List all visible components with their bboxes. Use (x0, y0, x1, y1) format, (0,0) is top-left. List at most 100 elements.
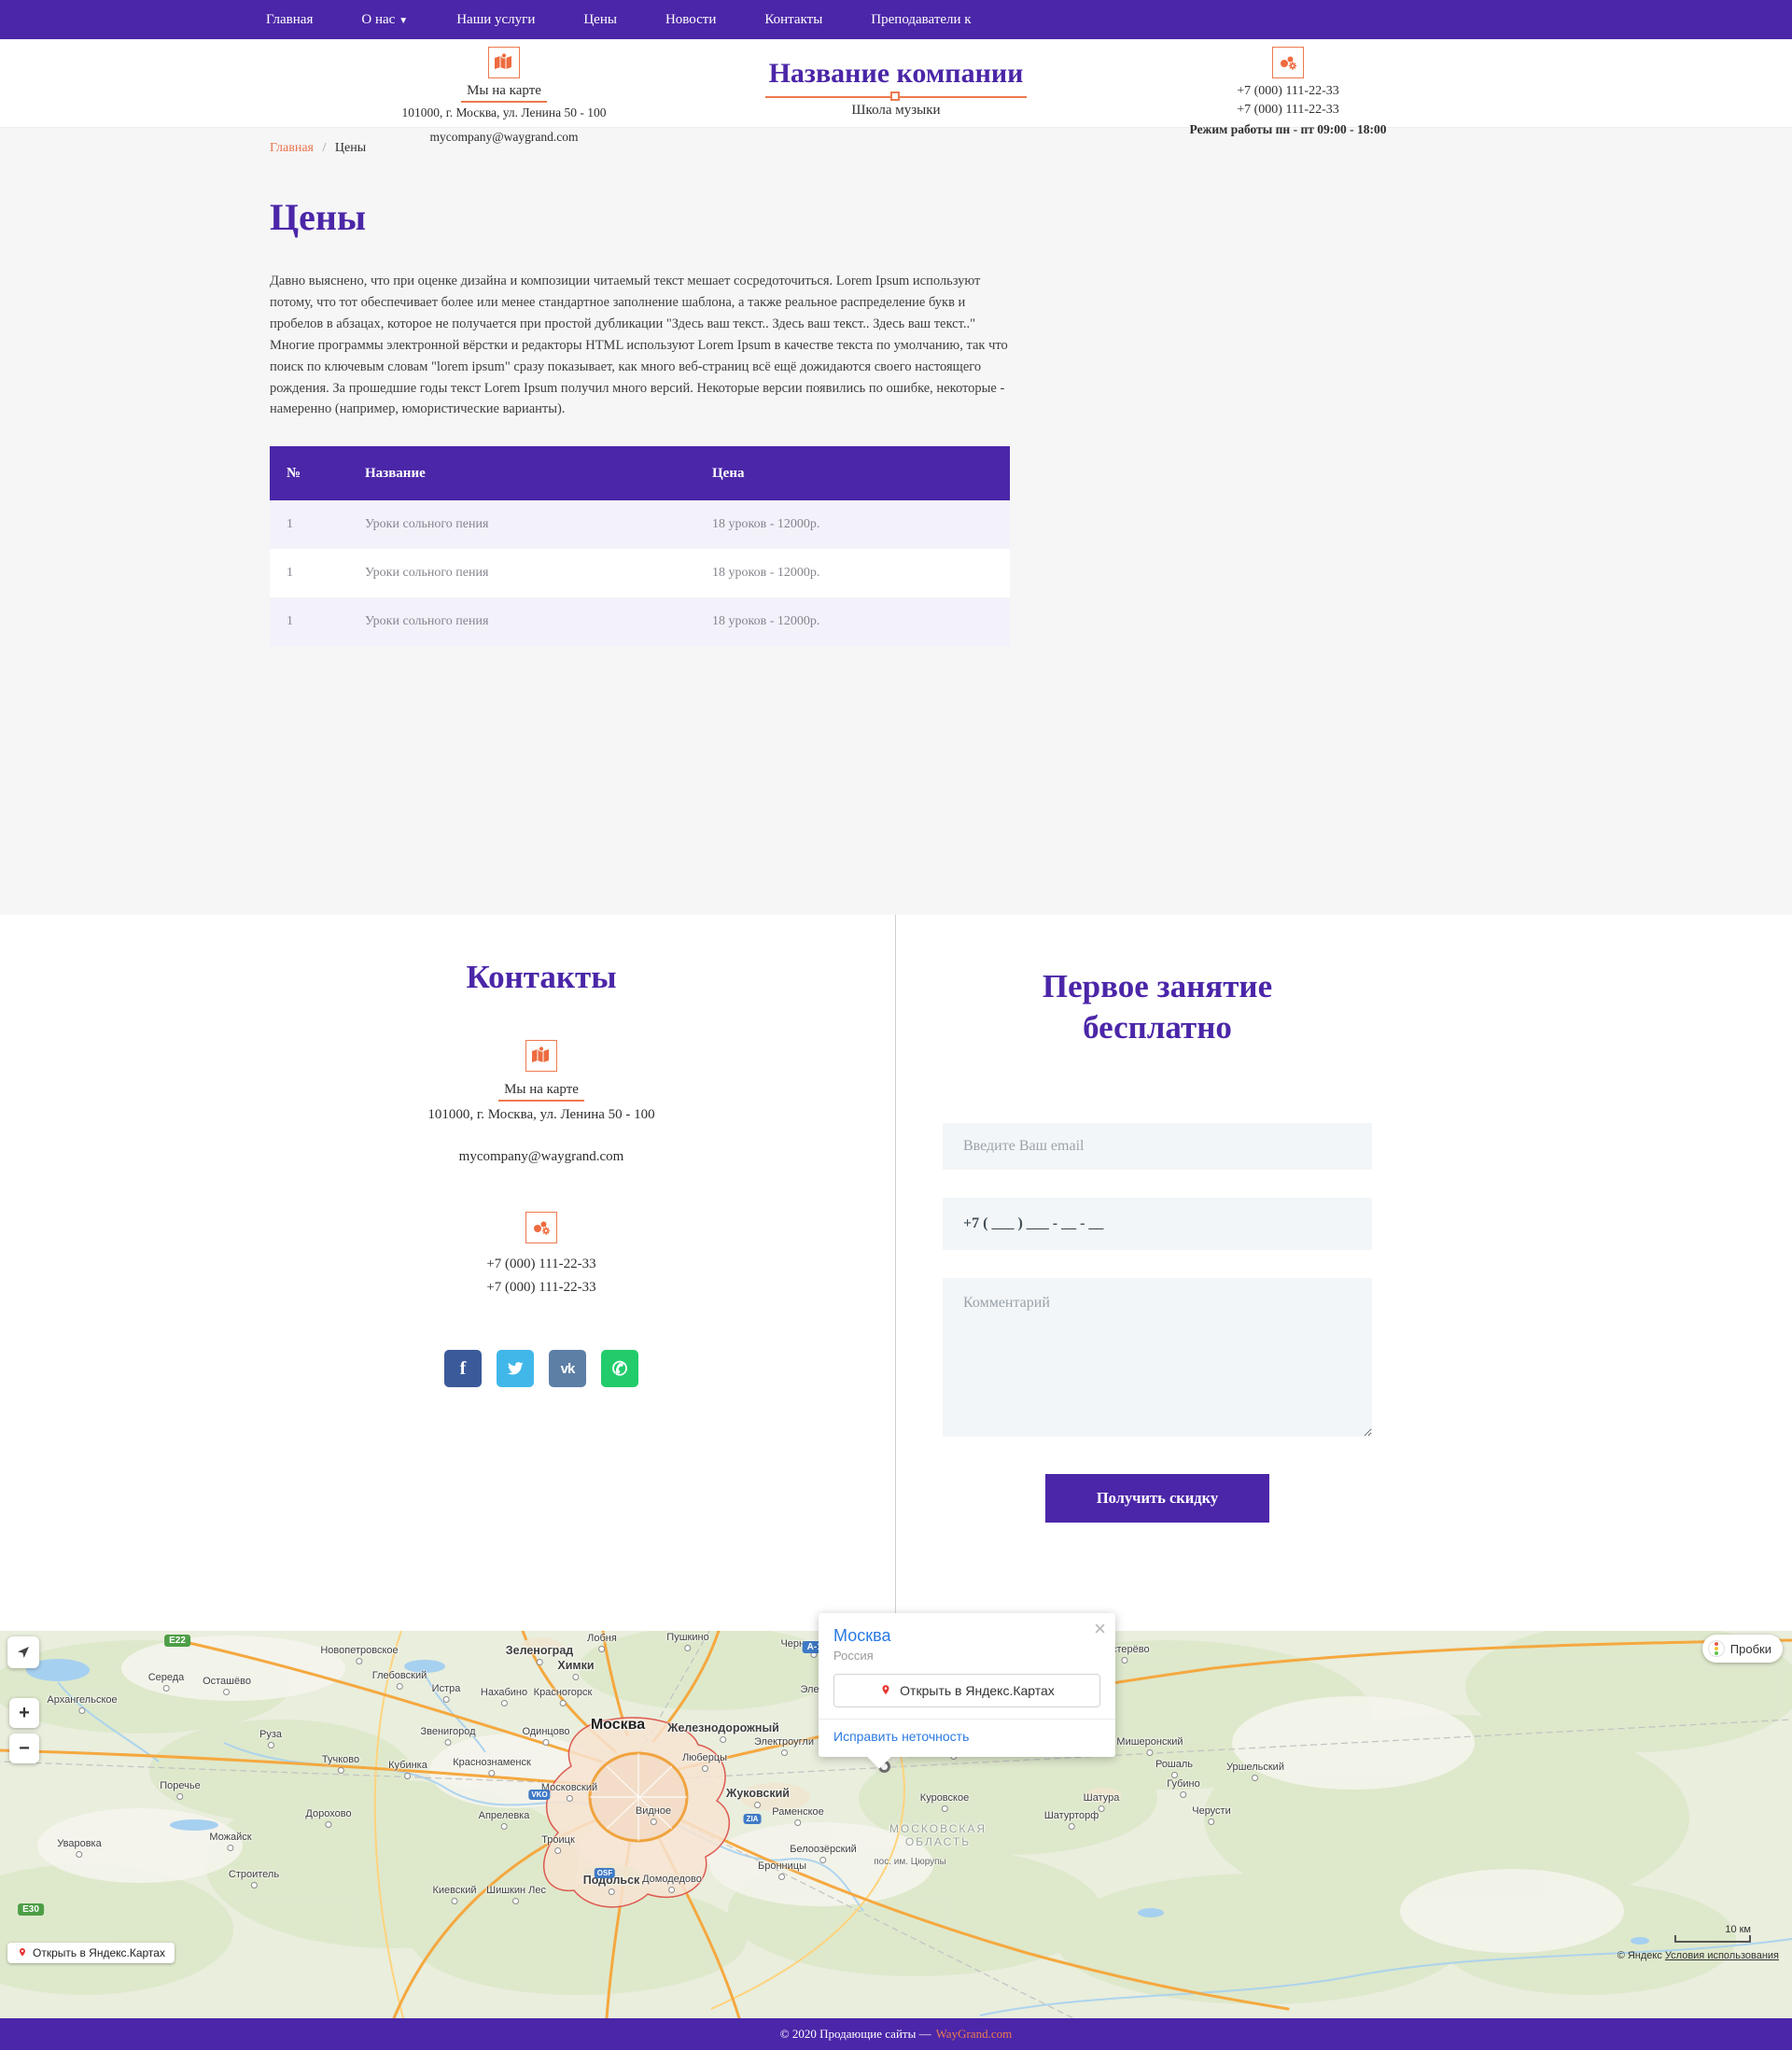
map-scale: 10 км (1674, 1924, 1751, 1943)
logo-divider (765, 96, 1027, 98)
col-number: № (270, 446, 365, 500)
cell-price: 18 уроков - 12000р. (712, 549, 1010, 597)
cell-price: 18 уроков - 12000р. (712, 597, 1010, 646)
map-label: Домодедово (642, 1874, 702, 1893)
map-label: Осташёво (203, 1676, 251, 1695)
contacts-column: Контакты Мы на карте 101000, г. Москва, … (0, 915, 896, 1631)
map-label: Электроугли (754, 1736, 814, 1756)
map-label: Уршельский (1226, 1762, 1284, 1781)
cell-number: 1 (270, 597, 365, 646)
nav-item-prices[interactable]: Цены (583, 12, 617, 28)
nav-item-contacts[interactable]: Контакты (764, 12, 822, 28)
map-label: Дорохово (305, 1808, 351, 1828)
map-label: Люберцы (682, 1752, 727, 1772)
map-label: Бронницы (758, 1860, 806, 1880)
traffic-toggle[interactable]: Пробки (1702, 1635, 1783, 1663)
zoom-in-button[interactable]: + (9, 1698, 39, 1728)
geolocation-button[interactable] (7, 1636, 39, 1668)
facebook-icon[interactable]: f (444, 1350, 482, 1387)
top-nav: Главная О нас▼ Наши услуги Цены Новости … (0, 0, 1792, 39)
road-shield: VKO (528, 1790, 550, 1800)
intro-paragraph: Давно выяснено, что при оценке дизайна и… (270, 271, 1009, 420)
header-email: mycompany@waygrand.com (308, 130, 700, 145)
twitter-icon[interactable] (497, 1350, 534, 1387)
price-table: № Название Цена 1 Уроки сольного пения 1… (270, 446, 1010, 646)
main-content-area: Главная / Цены Цены Давно выяснено, что … (0, 128, 1792, 915)
company-tagline: Школа музыки (700, 103, 1092, 119)
vk-icon[interactable]: vk (549, 1350, 586, 1387)
map-label: Видное (636, 1805, 671, 1825)
contacts-address: 101000, г. Москва, ул. Ленина 50 - 100 (252, 1107, 831, 1123)
close-icon[interactable]: × (1094, 1619, 1106, 1639)
social-links: f vk ✆ (252, 1350, 831, 1387)
terms-link[interactable]: Условия использования (1665, 1950, 1779, 1961)
traffic-light-icon (1708, 1640, 1725, 1657)
open-in-yandex-maps-button[interactable]: Открыть в Яндекс.Картах (833, 1674, 1100, 1707)
nav-item-services[interactable]: Наши услуги (456, 12, 535, 28)
map-label: Куровское (920, 1792, 969, 1812)
map-label: Рошаль (1155, 1759, 1193, 1778)
col-name: Название (365, 446, 712, 500)
phone-field[interactable] (943, 1198, 1372, 1250)
map-label: Троицк (541, 1834, 575, 1854)
header-address: 101000, г. Москва, ул. Ленина 50 - 100 (308, 105, 700, 120)
map-label: Поречье (160, 1780, 200, 1800)
map-label: Уваровка (57, 1838, 101, 1858)
fix-inaccuracy-link[interactable]: Исправить неточность (833, 1729, 969, 1744)
nav-item-teachers[interactable]: Преподаватели к (871, 12, 971, 28)
page-title: Цены (270, 195, 1016, 239)
map-label: Звенигород (420, 1726, 475, 1746)
cell-name: Уроки сольного пения (365, 549, 712, 597)
map-label: Апрелевка (479, 1810, 530, 1830)
map-label: Можайск (209, 1832, 251, 1851)
open-in-yandex-maps-badge[interactable]: Открыть в Яндекс.Картах (7, 1943, 175, 1963)
map-label: Шатура (1084, 1792, 1120, 1812)
road-shield: OSF (595, 1868, 615, 1878)
road-shield: ZIA (744, 1814, 762, 1824)
cell-name: Уроки сольного пения (365, 597, 712, 646)
road-shield: Е30 (18, 1903, 44, 1916)
map-label: Москва (591, 1717, 645, 1734)
cell-number: 1 (270, 500, 365, 549)
footer-text: © 2020 Продающие сайты — (780, 2027, 931, 2042)
support-icon (1272, 47, 1304, 78)
chevron-down-icon: ▼ (399, 16, 408, 26)
nav-item-about[interactable]: О нас▼ (361, 12, 408, 28)
contacts-phone-2: +7 (000) 111-22-33 (252, 1276, 831, 1299)
contacts-email: mycompany@waygrand.com (252, 1149, 831, 1165)
map-label: Архангельское (47, 1694, 117, 1714)
nav-item-news[interactable]: Новости (665, 12, 716, 28)
cell-number: 1 (270, 549, 365, 597)
map-pin-icon (17, 1947, 28, 1959)
balloon-subtitle: Россия (833, 1649, 1100, 1663)
map-pin-icon (525, 1040, 557, 1072)
cell-price: 18 уроков - 12000р. (712, 500, 1010, 549)
cell-name: Уроки сольного пения (365, 500, 712, 549)
map-pin-icon (488, 47, 520, 78)
map-label: Строитель (229, 1869, 279, 1889)
header-map-link[interactable]: Мы на карте (461, 83, 547, 103)
balloon-title[interactable]: Москва (833, 1626, 1100, 1646)
map-label: Новопетровское (320, 1645, 398, 1664)
header-phone-2: +7 (000) 111-22-33 (1092, 101, 1484, 119)
map-label: Середа (148, 1672, 185, 1692)
table-row: 1 Уроки сольного пения 18 уроков - 12000… (270, 597, 1010, 646)
company-name: Название компании (700, 58, 1092, 89)
breadcrumb-home[interactable]: Главная (270, 141, 314, 155)
map-label: Раменское (772, 1806, 824, 1826)
email-field[interactable] (943, 1123, 1372, 1170)
nav-item-home[interactable]: Главная (266, 12, 313, 28)
contacts-map-link[interactable]: Мы на карте (498, 1082, 584, 1102)
road-shield: Е22 (164, 1635, 190, 1647)
table-row: 1 Уроки сольного пения 18 уроков - 12000… (270, 500, 1010, 549)
comment-field[interactable] (943, 1278, 1372, 1437)
zoom-out-button[interactable]: − (9, 1734, 39, 1763)
whatsapp-icon[interactable]: ✆ (601, 1350, 638, 1387)
map-label: Шишкин Лес (486, 1885, 546, 1904)
form-title: Первое занятие бесплатно (896, 966, 1419, 1048)
get-discount-button[interactable]: Получить скидку (1045, 1474, 1269, 1523)
map-label: Химки (557, 1659, 594, 1680)
footer-link[interactable]: WayGrand.com (936, 2027, 1013, 2042)
map-label: Белоозёрский (790, 1844, 857, 1863)
map-copyright: © Яндекс Условия использования (1617, 1950, 1779, 1961)
